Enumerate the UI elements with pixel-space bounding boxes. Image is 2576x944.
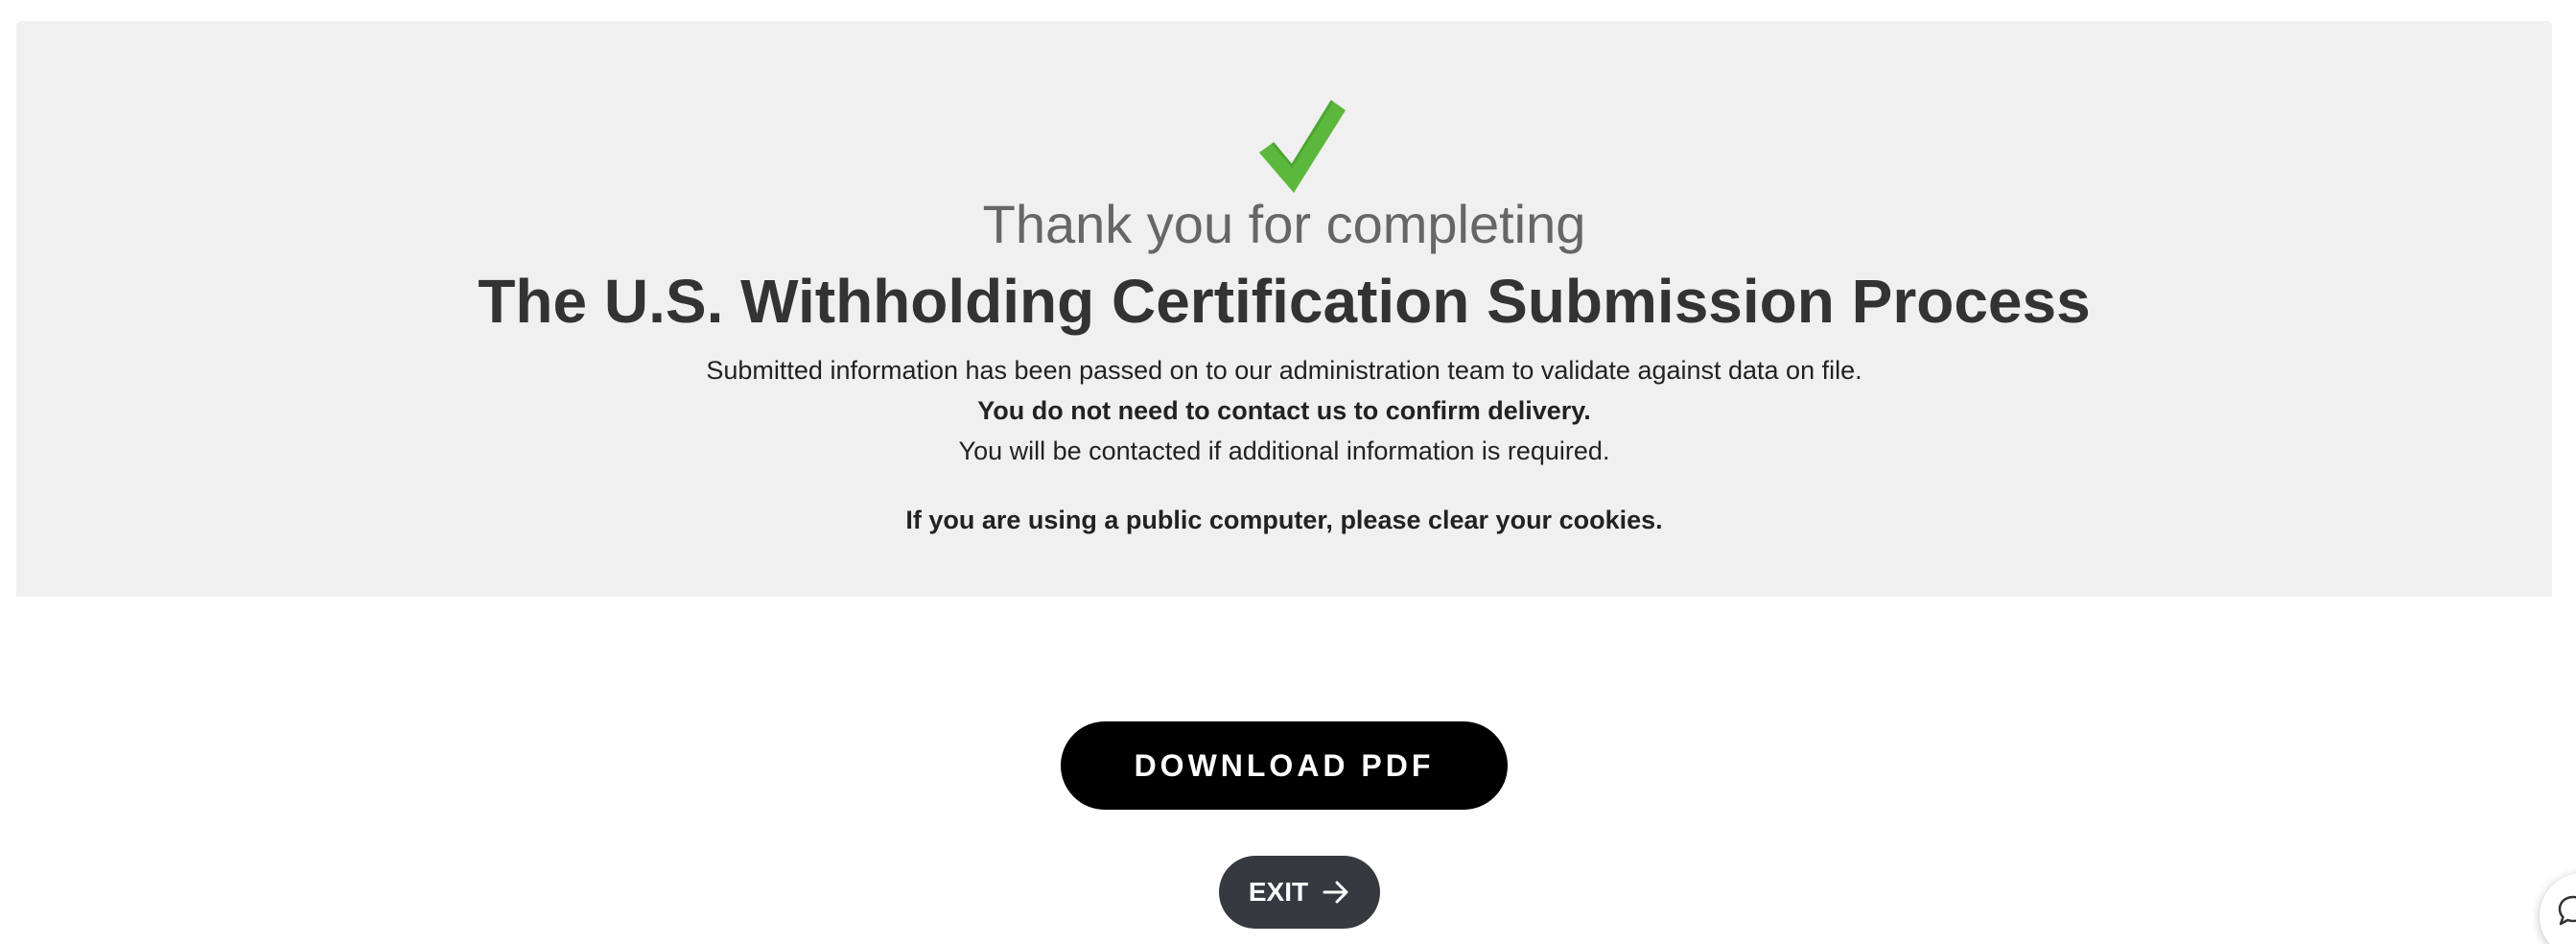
contact-info-message: You will be contacted if additional info… — [958, 437, 1610, 465]
exit-button[interactable]: EXIT — [1219, 856, 1380, 929]
exit-label: EXIT — [1248, 877, 1309, 907]
page-title: The U.S. Withholding Certification Submi… — [478, 267, 2091, 336]
download-pdf-button[interactable]: DOWNLOAD PDF — [1061, 721, 1508, 810]
cookie-warning: If you are using a public computer, plea… — [905, 506, 1663, 534]
arrow-right-icon — [1323, 881, 1348, 904]
confirmation-panel: Thank you for completing The U.S. Withho… — [16, 21, 2552, 597]
chat-launcher-button[interactable] — [2540, 873, 2576, 944]
page: Thank you for completing The U.S. Withho… — [0, 0, 2576, 944]
submission-message: Submitted information has been passed on… — [706, 356, 1862, 385]
no-contact-notice: You do not need to contact us to confirm… — [977, 396, 1591, 425]
chat-bubble-icon — [2558, 895, 2576, 926]
download-pdf-label: DOWNLOAD PDF — [1134, 747, 1435, 783]
